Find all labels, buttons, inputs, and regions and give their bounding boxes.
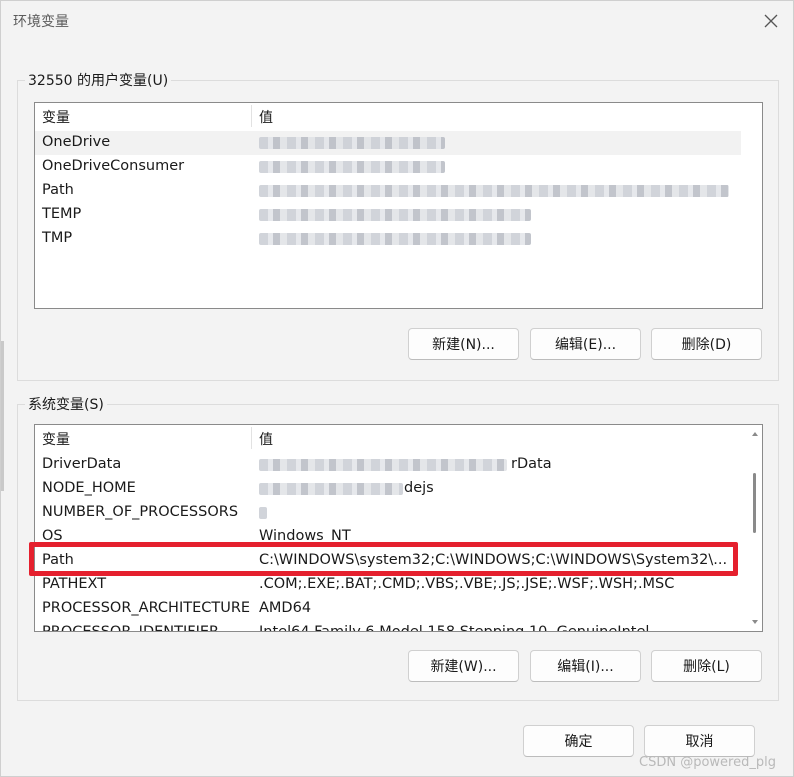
column-header-variable[interactable]: 变量	[42, 429, 70, 449]
watermark: CSDN @powered_plg	[639, 755, 776, 770]
table-row[interactable]: TMP	[35, 227, 741, 251]
system-variables-list[interactable]: 变量 值 DriverData rData NODE_HOME dejs NUM…	[34, 424, 763, 632]
variable-value: dejs	[404, 480, 434, 496]
variable-name: TMP	[42, 230, 73, 246]
variable-name: Path	[42, 552, 74, 568]
column-divider[interactable]	[251, 105, 252, 127]
list-header: 变量 值	[35, 103, 762, 129]
system-delete-button[interactable]: 删除(L)	[651, 650, 762, 682]
variable-value: rData	[511, 456, 552, 472]
system-new-button[interactable]: 新建(W)...	[408, 650, 519, 682]
redacted-value	[259, 507, 267, 519]
column-divider[interactable]	[251, 427, 252, 449]
redacted-value	[259, 209, 531, 221]
list-header: 变量 值	[35, 425, 762, 451]
redacted-value	[259, 459, 507, 471]
environment-variables-dialog: 环境变量 32550 的用户变量(U) 变量 值 OneDrive OneDri…	[0, 0, 794, 777]
redacted-value	[259, 185, 729, 197]
table-row[interactable]: NODE_HOME dejs	[35, 477, 741, 501]
variable-value: Intel64 Family 6 Model 158 Stepping 10, …	[259, 624, 650, 632]
variable-name: OneDrive	[42, 134, 111, 150]
user-delete-button[interactable]: 删除(D)	[651, 328, 762, 360]
variable-name: DriverData	[42, 456, 122, 472]
user-new-button[interactable]: 新建(N)...	[408, 328, 519, 360]
ok-button[interactable]: 确定	[523, 725, 634, 757]
table-row[interactable]: OneDrive	[35, 131, 741, 155]
system-edit-button[interactable]: 编辑(I)...	[530, 650, 641, 682]
user-edit-button[interactable]: 编辑(E)...	[530, 328, 641, 360]
window-title: 环境变量	[13, 14, 69, 30]
close-icon	[764, 14, 778, 28]
variable-name: TEMP	[42, 206, 82, 222]
table-row[interactable]: PROCESSOR_ARCHITECTURE AMD64	[35, 597, 741, 621]
redacted-value	[259, 233, 531, 245]
redacted-value	[259, 483, 403, 495]
column-header-variable[interactable]: 变量	[42, 107, 70, 127]
table-row[interactable]: OS Windows_NT	[35, 525, 741, 549]
table-row[interactable]: DriverData rData	[35, 453, 741, 477]
variable-name: PATHEXT	[42, 576, 107, 592]
column-header-value[interactable]: 值	[259, 429, 273, 449]
table-row[interactable]: PROCESSOR_IDENTIFIER Intel64 Family 6 Mo…	[35, 621, 741, 632]
table-row[interactable]: Path C:\WINDOWS\system32;C:\WINDOWS;C:\W…	[35, 549, 741, 573]
window-edge	[1, 341, 4, 491]
scroll-down-icon[interactable]	[749, 617, 761, 627]
variable-name: Path	[42, 182, 74, 198]
table-row[interactable]: PATHEXT .COM;.EXE;.BAT;.CMD;.VBS;.VBE;.J…	[35, 573, 741, 597]
scroll-up-icon[interactable]	[749, 429, 761, 439]
variable-value: C:\WINDOWS\system32;C:\WINDOWS;C:\WINDOW…	[259, 552, 728, 568]
table-row[interactable]: NUMBER_OF_PROCESSORS	[35, 501, 741, 525]
user-variables-list[interactable]: 变量 值 OneDrive OneDriveConsumer Path TEMP…	[34, 102, 763, 309]
redacted-value	[259, 137, 445, 149]
variable-name: NODE_HOME	[42, 480, 136, 496]
variable-value: Windows_NT	[259, 528, 351, 544]
title-bar[interactable]: 环境变量	[1, 1, 794, 39]
cancel-button[interactable]: 取消	[644, 725, 755, 757]
table-row[interactable]: Path	[35, 179, 741, 203]
scrollbar-thumb[interactable]	[753, 473, 756, 533]
variable-name: NUMBER_OF_PROCESSORS	[42, 504, 239, 520]
close-button[interactable]	[753, 7, 789, 35]
system-variables-label: 系统变量(S)	[25, 394, 107, 414]
variable-value: .COM;.EXE;.BAT;.CMD;.VBS;.VBE;.JS;.JSE;.…	[259, 576, 675, 592]
variable-name: OneDriveConsumer	[42, 158, 185, 174]
variable-value: AMD64	[259, 600, 312, 616]
table-row[interactable]: TEMP	[35, 203, 741, 227]
redacted-value	[259, 161, 445, 173]
user-variables-label: 32550 的用户变量(U)	[25, 70, 172, 90]
variable-name: PROCESSOR_ARCHITECTURE	[42, 600, 251, 616]
table-row[interactable]: OneDriveConsumer	[35, 155, 741, 179]
variable-name: PROCESSOR_IDENTIFIER	[42, 624, 220, 632]
system-list-scrollbar[interactable]	[749, 425, 761, 631]
variable-name: OS	[42, 528, 63, 544]
column-header-value[interactable]: 值	[259, 107, 273, 127]
